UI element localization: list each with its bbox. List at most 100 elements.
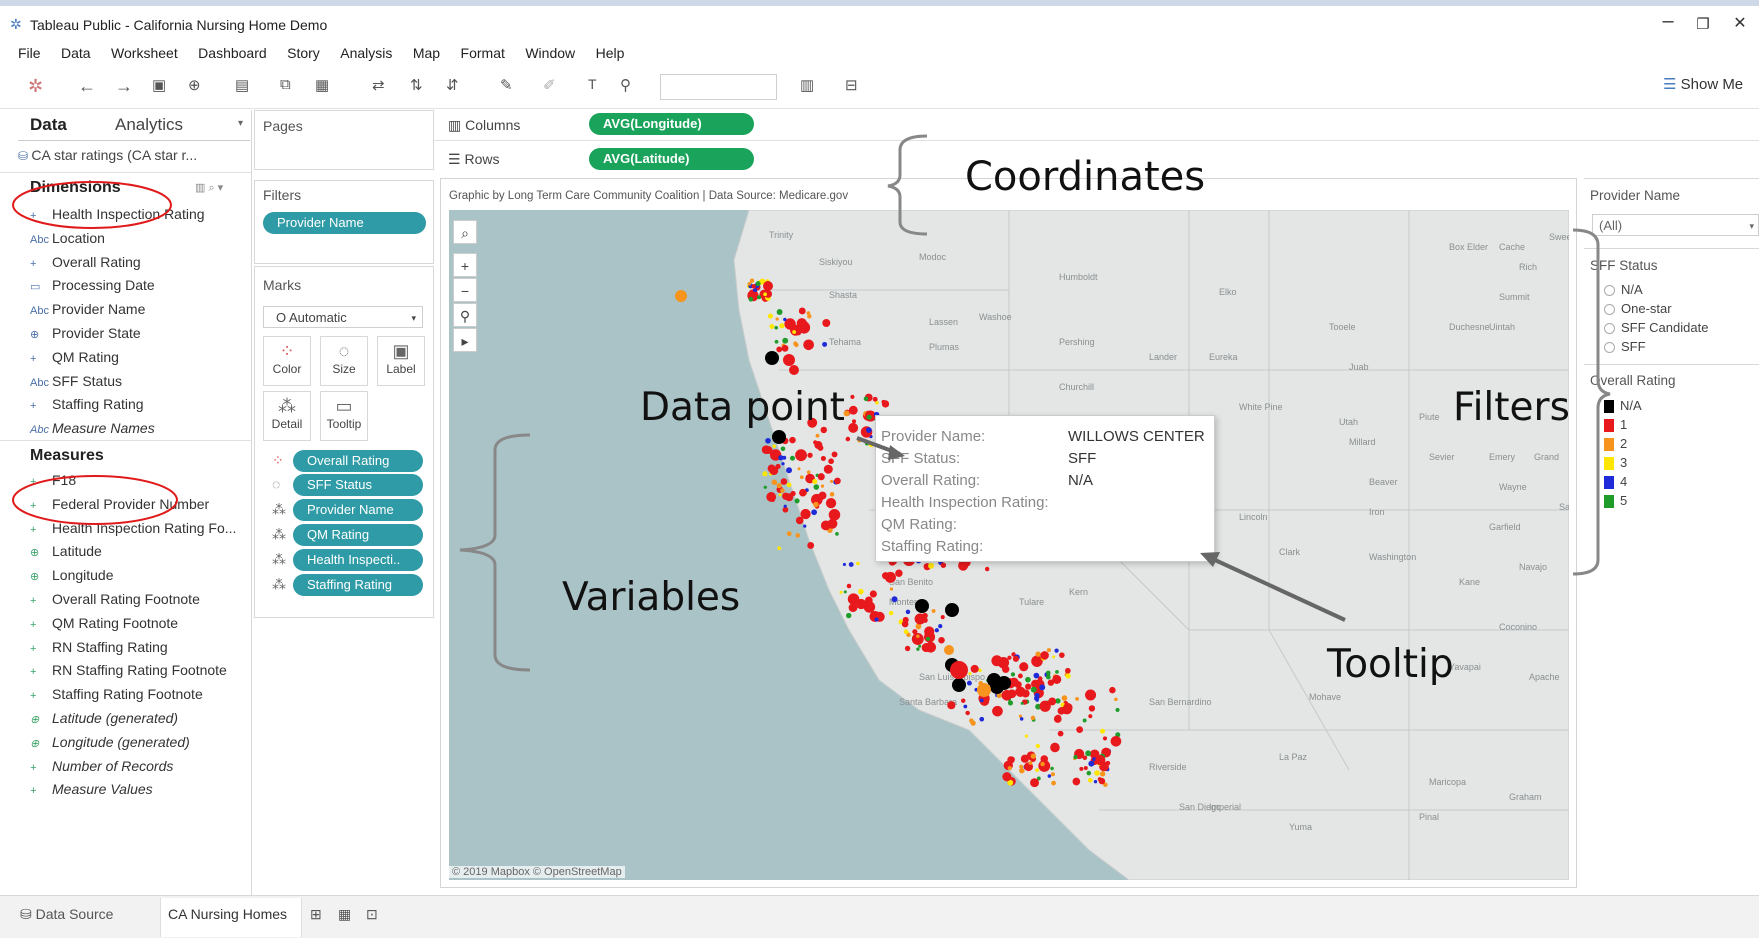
legend-item[interactable]: 3 <box>1604 455 1627 471</box>
map-point[interactable] <box>1102 736 1108 741</box>
map-point[interactable] <box>1028 761 1033 765</box>
columns-pill[interactable]: AVG(Longitude) <box>589 113 754 135</box>
map-point[interactable] <box>845 612 852 619</box>
map-point[interactable] <box>813 501 819 508</box>
map-point[interactable] <box>761 445 771 455</box>
map-point[interactable] <box>915 599 929 613</box>
map-point[interactable] <box>820 455 826 461</box>
sheet-tab-label[interactable]: CA Nursing Homes <box>168 906 287 922</box>
map-point[interactable] <box>1019 662 1029 672</box>
menu-worksheet[interactable]: Worksheet <box>111 45 178 61</box>
map-point[interactable] <box>895 569 903 577</box>
map-point[interactable] <box>904 645 911 652</box>
map-point[interactable] <box>918 644 922 648</box>
map-point[interactable] <box>1095 755 1106 766</box>
menu-dashboard[interactable]: Dashboard <box>198 45 267 61</box>
map-point[interactable] <box>748 296 754 302</box>
map-point[interactable] <box>1030 715 1036 721</box>
legend-item[interactable]: 5 <box>1604 493 1627 509</box>
map-point[interactable] <box>675 290 687 302</box>
map-point[interactable] <box>866 414 872 420</box>
map-point[interactable] <box>807 452 813 458</box>
save-icon[interactable]: ▣ <box>152 76 166 94</box>
sff-option[interactable]: SFF Candidate <box>1604 320 1708 335</box>
map-point[interactable] <box>1045 674 1051 680</box>
map-point[interactable] <box>786 467 793 474</box>
map-point[interactable] <box>817 444 824 451</box>
marks-pill-provider-name[interactable]: Provider Name <box>293 499 423 521</box>
map-point[interactable] <box>780 446 786 452</box>
map-point[interactable] <box>1085 750 1092 757</box>
provider-filter-dropdown[interactable]: (All) ▾ <box>1592 214 1759 236</box>
map-point[interactable] <box>905 609 911 615</box>
field-item[interactable]: + Overall Rating <box>30 254 141 270</box>
map-point[interactable] <box>1038 759 1051 772</box>
map-point[interactable] <box>1115 707 1120 713</box>
field-item[interactable]: Abc SFF Status <box>30 373 122 389</box>
map-point[interactable] <box>1088 760 1095 767</box>
map-point[interactable] <box>1098 777 1106 785</box>
datasource-name[interactable]: ⛁ CA star ratings (CA star r... <box>18 147 197 163</box>
menu-map[interactable]: Map <box>413 45 440 61</box>
detail-button[interactable]: ⁂ Detail <box>263 391 311 441</box>
map-point[interactable] <box>820 484 825 488</box>
map-point[interactable] <box>866 427 872 434</box>
dimensions-tools-icon[interactable]: ▥ ⌕ ▾ <box>195 181 223 195</box>
map-point[interactable] <box>1094 770 1100 776</box>
map-point[interactable] <box>950 661 968 679</box>
field-item[interactable]: + Health Inspection Rating <box>30 206 205 222</box>
map-point[interactable] <box>795 449 807 462</box>
map-point[interactable] <box>1082 718 1087 723</box>
duplicate-sheet-icon[interactable]: ⧉ <box>280 76 291 93</box>
map-point[interactable] <box>1099 771 1106 777</box>
map-point[interactable] <box>1045 670 1051 676</box>
map-point[interactable] <box>1082 755 1088 761</box>
map-point[interactable] <box>771 479 778 485</box>
map-point[interactable] <box>1064 667 1071 674</box>
map-point[interactable] <box>945 603 959 617</box>
map-point[interactable] <box>847 593 860 605</box>
map-point[interactable] <box>1061 695 1068 701</box>
marks-pill-health-inspection[interactable]: Health Inspecti.. <box>293 549 423 571</box>
map-point[interactable] <box>1010 672 1016 677</box>
map-point[interactable] <box>1019 717 1024 721</box>
map-point[interactable] <box>825 497 837 509</box>
color-button[interactable]: ⁘ Color <box>263 336 311 386</box>
map-point[interactable] <box>1073 754 1078 760</box>
map-point[interactable] <box>842 562 846 567</box>
map-point[interactable] <box>803 524 807 528</box>
map-point[interactable] <box>1007 700 1014 706</box>
marks-pill-qm-rating[interactable]: QM Rating <box>293 524 423 546</box>
map-point[interactable] <box>1007 655 1012 660</box>
map-point[interactable] <box>846 583 852 589</box>
new-datasource-icon[interactable]: ⊕ <box>188 76 201 94</box>
field-item[interactable]: + QM Rating Footnote <box>30 615 178 631</box>
map-point[interactable] <box>1020 701 1024 705</box>
map-point[interactable] <box>780 488 785 493</box>
map-point[interactable] <box>783 504 787 508</box>
minimize-button[interactable]: – <box>1653 10 1683 33</box>
map-point[interactable] <box>1054 648 1059 653</box>
map-point[interactable] <box>839 590 843 594</box>
sff-option[interactable]: N/A <box>1604 282 1643 297</box>
map-point[interactable] <box>912 629 918 635</box>
map-point[interactable] <box>889 587 894 591</box>
map-point[interactable] <box>820 520 831 531</box>
map-point[interactable] <box>997 676 1011 690</box>
swap-icon[interactable]: ⇄ <box>372 76 385 94</box>
map-point[interactable] <box>807 314 812 319</box>
sff-option[interactable]: One-star <box>1604 301 1672 316</box>
field-item[interactable]: + F18 <box>30 472 76 488</box>
map-point[interactable] <box>818 491 827 500</box>
map-point[interactable] <box>864 441 870 446</box>
map-point[interactable] <box>1035 743 1040 749</box>
map-point[interactable] <box>1086 770 1092 776</box>
map-search-icon[interactable]: ⌕ <box>453 220 477 244</box>
map-point[interactable] <box>803 339 814 351</box>
map-point[interactable] <box>888 610 894 616</box>
map-point[interactable] <box>944 645 954 655</box>
map-point[interactable] <box>991 655 1003 667</box>
map-point[interactable] <box>903 629 909 635</box>
map-point[interactable] <box>1047 679 1055 686</box>
map-point[interactable] <box>813 484 820 490</box>
